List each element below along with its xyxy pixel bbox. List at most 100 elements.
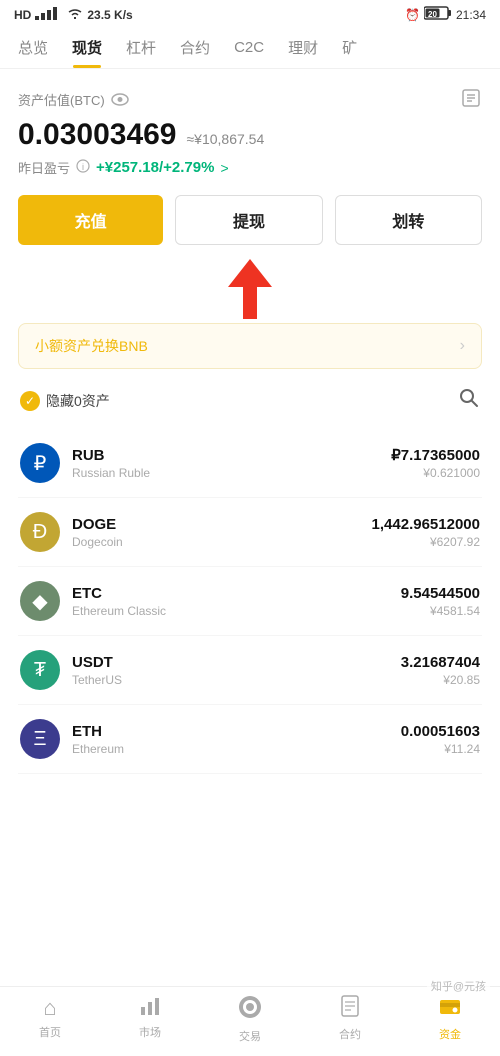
hide-assets-row: ✓ 隐藏0资产 — [18, 387, 482, 415]
eth-cny: ¥11.24 — [401, 742, 480, 756]
usdt-amount: 3.21687404 — [401, 654, 480, 671]
eth-symbol: ETH — [72, 723, 401, 740]
tab-mining[interactable]: 矿 — [330, 27, 369, 68]
doge-amount: 1,442.96512000 — [372, 516, 480, 533]
tab-c2c[interactable]: C2C — [222, 29, 276, 66]
action-buttons: 充值 提现 划转 — [18, 195, 482, 245]
hd-indicator: HD — [14, 8, 31, 22]
rub-info: RUB Russian Ruble — [72, 447, 391, 480]
rub-name: Russian Ruble — [72, 466, 391, 480]
trade-icon — [238, 995, 262, 1025]
doge-icon: Ð — [20, 512, 60, 552]
rub-value: ₽7.17365000 ¥0.621000 — [391, 446, 480, 480]
doge-cny: ¥6207.92 — [372, 535, 480, 549]
nav-home[interactable]: ⌂ 首页 — [0, 995, 100, 1044]
tab-overview[interactable]: 总览 — [6, 27, 60, 68]
nav-contract-label: 合约 — [339, 1026, 361, 1042]
eth-name: Ethereum — [72, 742, 401, 756]
status-bar: HD 23.5 K/s ⏰ — [0, 0, 500, 27]
recharge-button[interactable]: 充值 — [18, 195, 163, 245]
transfer-button[interactable]: 划转 — [335, 195, 482, 245]
nav-market-label: 市场 — [139, 1024, 161, 1040]
arrow-body — [243, 287, 257, 319]
rub-icon: ₽ — [20, 443, 60, 483]
etc-cny: ¥4581.54 — [401, 604, 480, 618]
annotation-arrow — [18, 259, 482, 319]
hide-assets-left[interactable]: ✓ 隐藏0资产 — [20, 391, 110, 411]
usdt-symbol: USDT — [72, 654, 401, 671]
coin-item-usdt[interactable]: ₮ USDT TetherUS 3.21687404 ¥20.85 — [18, 636, 482, 705]
coin-item-rub[interactable]: ₽ RUB Russian Ruble ₽7.17365000 ¥0.62100… — [18, 429, 482, 498]
signal-bars — [35, 6, 63, 23]
rub-symbol: RUB — [72, 447, 391, 464]
history-icon[interactable] — [460, 87, 482, 112]
search-button[interactable] — [458, 387, 480, 415]
nav-funds[interactable]: 资金 — [400, 995, 500, 1044]
doge-value: 1,442.96512000 ¥6207.92 — [372, 516, 480, 549]
bottom-nav: ⌂ 首页 市场 交易 — [0, 986, 500, 1056]
profit-label: 昨日盈亏 — [18, 158, 70, 177]
coin-item-eth[interactable]: Ξ ETH Ethereum 0.00051603 ¥11.24 — [18, 705, 482, 774]
nav-market[interactable]: 市场 — [100, 995, 200, 1044]
nav-trade[interactable]: 交易 — [200, 995, 300, 1044]
eth-amount: 0.00051603 — [401, 723, 480, 740]
usdt-icon: ₮ — [20, 650, 60, 690]
rub-amount: ₽7.17365000 — [391, 446, 480, 464]
usdt-info: USDT TetherUS — [72, 654, 401, 687]
speed-indicator: 23.5 K/s — [87, 8, 132, 22]
battery-icon: 20 — [424, 6, 452, 23]
nav-home-label: 首页 — [39, 1024, 61, 1040]
asset-label-text: 资产估值(BTC) — [18, 90, 105, 109]
bnb-chevron: › — [460, 337, 465, 355]
tab-contract[interactable]: 合约 — [168, 27, 222, 68]
profit-arrow[interactable]: > — [220, 160, 228, 176]
tab-spot[interactable]: 现货 — [60, 27, 114, 68]
up-arrow-shape — [228, 259, 272, 319]
asset-label-row: 资产估值(BTC) — [18, 87, 482, 112]
funds-icon — [439, 995, 461, 1023]
asset-profit-row: 昨日盈亏 i +¥257.18/+2.79% > — [18, 158, 482, 177]
nav-tabs: 总览 现货 杠杆 合约 C2C 理财 矿 — [0, 27, 500, 69]
etc-icon: ◆ — [20, 581, 60, 621]
status-right: ⏰ 20 21:34 — [405, 6, 486, 23]
doge-info: DOGE Dogecoin — [72, 516, 372, 549]
usdt-cny: ¥20.85 — [401, 673, 480, 687]
tab-finance[interactable]: 理财 — [276, 27, 330, 68]
coin-list: ₽ RUB Russian Ruble ₽7.17365000 ¥0.62100… — [18, 429, 482, 774]
rub-cny: ¥0.621000 — [391, 466, 480, 480]
watermark: 知乎@元孩 — [427, 976, 490, 996]
doge-name: Dogecoin — [72, 535, 372, 549]
nav-trade-label: 交易 — [239, 1028, 261, 1044]
nav-funds-label: 资金 — [439, 1026, 461, 1042]
hide-assets-label: 隐藏0资产 — [46, 391, 110, 411]
contract-icon — [340, 995, 360, 1023]
etc-name: Ethereum Classic — [72, 604, 401, 618]
coin-item-etc[interactable]: ◆ ETC Ethereum Classic 9.54544500 ¥4581.… — [18, 567, 482, 636]
time-display: 21:34 — [456, 8, 486, 22]
eth-icon: Ξ — [20, 719, 60, 759]
etc-info: ETC Ethereum Classic — [72, 585, 401, 618]
svg-text:20: 20 — [428, 10, 437, 19]
market-icon — [139, 995, 161, 1021]
home-icon: ⌂ — [43, 995, 56, 1021]
asset-main-value: 0.03003469 ≈¥10,867.54 — [18, 118, 482, 152]
info-icon: i — [76, 159, 90, 176]
doge-symbol: DOGE — [72, 516, 372, 533]
bnb-banner[interactable]: 小额资产兑换BNB › — [18, 323, 482, 369]
arrow-head — [228, 259, 272, 287]
coin-item-doge[interactable]: Ð DOGE Dogecoin 1,442.96512000 ¥6207.92 — [18, 498, 482, 567]
btc-value: 0.03003469 — [18, 118, 177, 152]
nav-contract[interactable]: 合约 — [300, 995, 400, 1044]
alarm-icon: ⏰ — [405, 8, 420, 22]
withdraw-button[interactable]: 提现 — [175, 195, 322, 245]
svg-text:i: i — [82, 162, 84, 172]
usdt-value: 3.21687404 ¥20.85 — [401, 654, 480, 687]
check-icon: ✓ — [20, 391, 40, 411]
eye-icon[interactable] — [111, 93, 129, 107]
etc-value: 9.54544500 ¥4581.54 — [401, 585, 480, 618]
bnb-text: 小额资产兑换BNB — [35, 336, 148, 356]
tab-leverage[interactable]: 杠杆 — [114, 27, 168, 68]
etc-amount: 9.54544500 — [401, 585, 480, 602]
main-content: 资产估值(BTC) 0.03003469 ≈¥10,867.54 — [0, 69, 500, 774]
eth-value: 0.00051603 ¥11.24 — [401, 723, 480, 756]
